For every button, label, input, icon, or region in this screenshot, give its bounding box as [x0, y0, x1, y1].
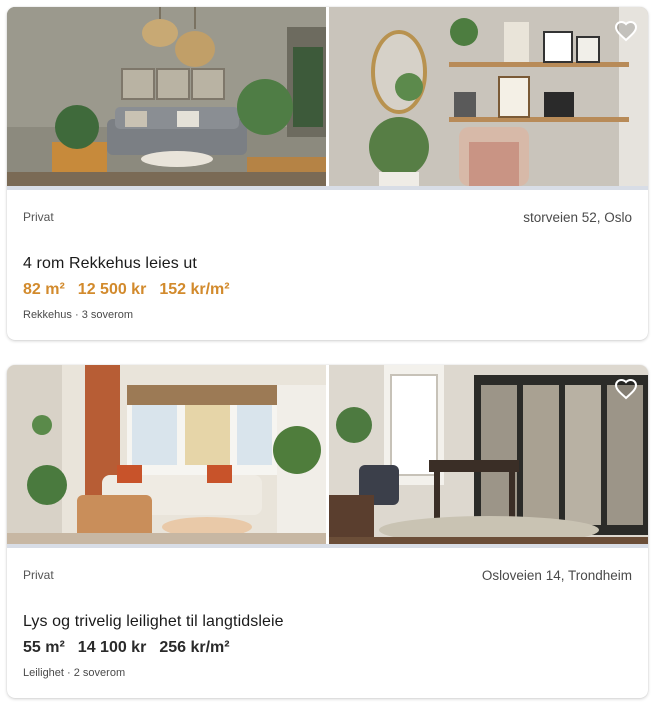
- listing-stats: 82 m² 12 500 kr 152 kr/m²: [23, 281, 230, 299]
- listing-price-per-m2: 152 kr/m²: [159, 281, 230, 298]
- favorite-button[interactable]: [614, 377, 638, 401]
- favorite-button[interactable]: [614, 19, 638, 43]
- image-divider: [7, 544, 648, 548]
- listing-size: 55 m²: [23, 639, 65, 656]
- listing-address: Osloveien 14, Trondheim: [481, 568, 632, 583]
- seller-type: Privat: [23, 568, 54, 582]
- image-divider: [7, 186, 648, 190]
- listing-photo-living-room[interactable]: [7, 7, 326, 186]
- listing-stats: 55 m² 14 100 kr 256 kr/m²: [23, 639, 230, 657]
- listing-meta: Rekkehus · 3 soverom: [23, 309, 134, 321]
- heart-outline-icon[interactable]: [614, 377, 638, 401]
- listing-image-gallery[interactable]: [7, 7, 648, 186]
- seller-type: Privat: [23, 210, 54, 224]
- listing-image-gallery[interactable]: [7, 365, 648, 544]
- listing-address: storveien 52, Oslo: [523, 210, 632, 225]
- listing-photo-bright-living-room[interactable]: [7, 365, 326, 544]
- listing-price: 12 500 kr: [77, 281, 147, 298]
- listing-card[interactable]: Privat storveien 52, Oslo 4 rom Rekkehus…: [7, 7, 648, 340]
- listing-card[interactable]: Privat Osloveien 14, Trondheim Lys og tr…: [7, 365, 648, 698]
- listing-size: 82 m²: [23, 281, 65, 298]
- listing-title[interactable]: Lys og trivelig leilighet til langtidsle…: [23, 613, 284, 631]
- listing-photo-office[interactable]: [329, 365, 648, 544]
- listing-price-per-m2: 256 kr/m²: [159, 639, 230, 656]
- listing-price: 14 100 kr: [77, 639, 147, 656]
- listing-photo-shelves[interactable]: [329, 7, 648, 186]
- listing-title[interactable]: 4 rom Rekkehus leies ut: [23, 255, 197, 273]
- heart-outline-icon[interactable]: [614, 19, 638, 43]
- listing-meta: Leilighet · 2 soverom: [23, 667, 126, 679]
